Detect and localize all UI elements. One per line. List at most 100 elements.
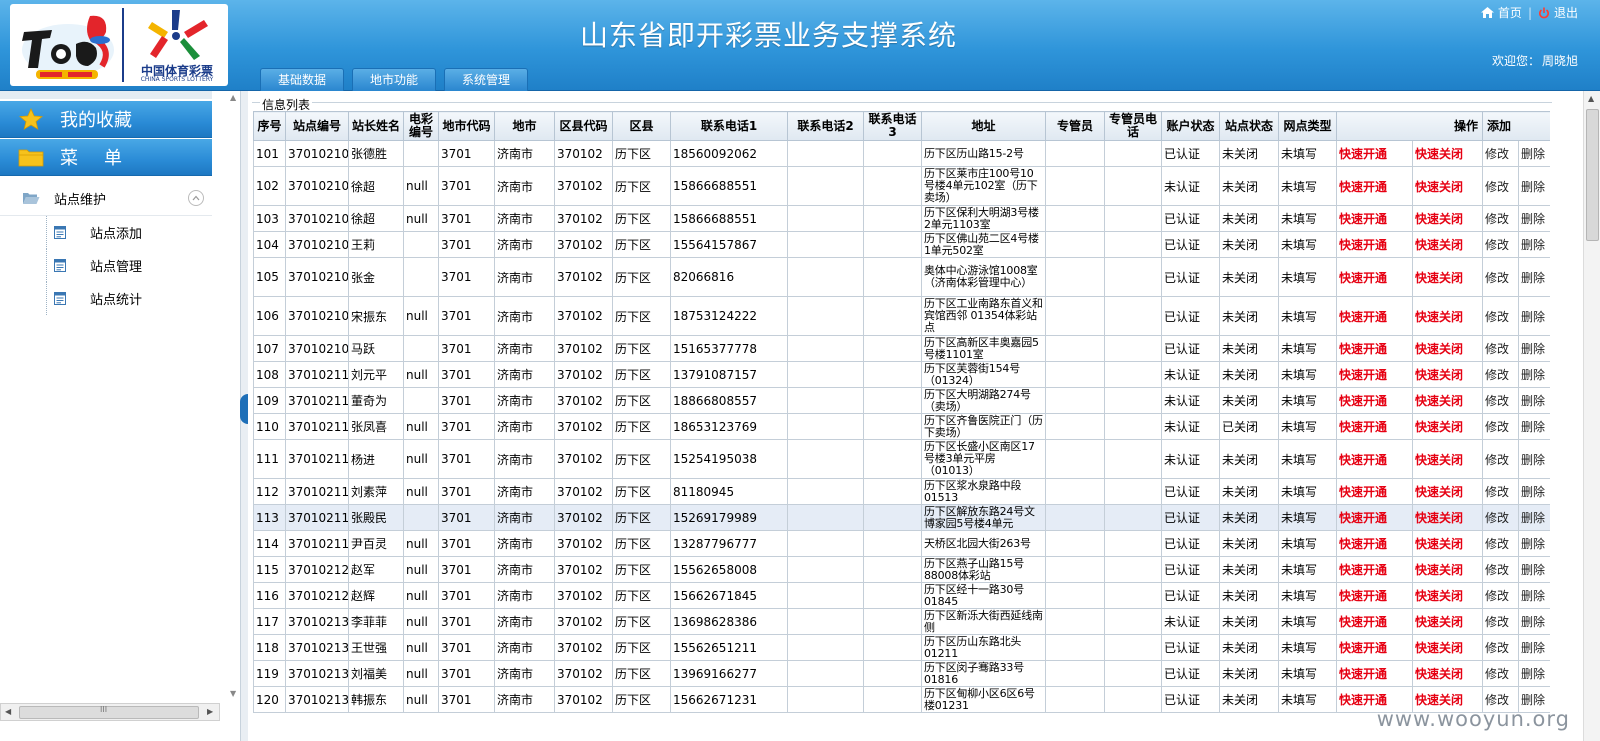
scroll-down-arrow-icon[interactable]: ▼ — [230, 689, 236, 698]
edit-link[interactable]: 修改 — [1485, 589, 1509, 603]
sidebar-item-site-add[interactable]: 站点添加 — [0, 216, 240, 249]
table-row[interactable]: 117370102130李菲菲null3701济南市370102历下区13698… — [253, 608, 1550, 635]
edit-link[interactable]: 修改 — [1485, 394, 1509, 408]
quick-close-link[interactable]: 快速关闭 — [1415, 485, 1463, 499]
quick-open-link[interactable]: 快速开通 — [1339, 420, 1387, 434]
quick-open-link[interactable]: 快速开通 — [1339, 342, 1387, 356]
edit-link[interactable]: 修改 — [1485, 180, 1509, 194]
scroll-right-arrow-icon[interactable]: ▶ — [207, 707, 213, 716]
edit-link[interactable]: 修改 — [1485, 238, 1509, 252]
delete-link[interactable]: 删除 — [1521, 271, 1545, 285]
tab-system-management[interactable]: 系统管理 — [444, 68, 528, 91]
table-row[interactable]: 111370102113杨进null3701济南市370102历下区152541… — [253, 439, 1550, 479]
quick-open-link[interactable]: 快速开通 — [1339, 485, 1387, 499]
scrollbar-thumb[interactable] — [1586, 109, 1599, 241]
quick-open-link[interactable]: 快速开通 — [1339, 563, 1387, 577]
quick-close-link[interactable]: 快速关闭 — [1415, 641, 1463, 655]
table-row[interactable]: 110370102112张凤喜null3701济南市370102历下区18653… — [253, 413, 1550, 440]
delete-link[interactable]: 删除 — [1521, 420, 1545, 434]
edit-link[interactable]: 修改 — [1485, 693, 1509, 707]
table-row[interactable]: 113370102115张殿民 3701济南市370102历下区152691799… — [253, 504, 1550, 531]
table-row[interactable]: 115370102128赵军null3701济南市370102历下区155626… — [253, 556, 1550, 583]
quick-open-link[interactable]: 快速开通 — [1339, 147, 1387, 161]
quick-close-link[interactable]: 快速关闭 — [1415, 453, 1463, 467]
quick-close-link[interactable]: 快速关闭 — [1415, 537, 1463, 551]
sidebar-item-site-stats[interactable]: 站点统计 — [0, 282, 240, 315]
quick-close-link[interactable]: 快速关闭 — [1415, 212, 1463, 226]
edit-link[interactable]: 修改 — [1485, 368, 1509, 382]
home-link[interactable]: 首页 — [1480, 4, 1522, 21]
favorites-header[interactable]: 我的收藏 — [0, 101, 212, 138]
delete-link[interactable]: 删除 — [1521, 485, 1545, 499]
quick-close-link[interactable]: 快速关闭 — [1415, 693, 1463, 707]
delete-link[interactable]: 删除 — [1521, 537, 1545, 551]
quick-close-link[interactable]: 快速关闭 — [1415, 310, 1463, 324]
scroll-left-arrow-icon[interactable]: ◀ — [5, 707, 11, 716]
table-row[interactable]: 116370102129赵辉null3701济南市370102历下区156626… — [253, 582, 1550, 609]
delete-link[interactable]: 删除 — [1521, 342, 1545, 356]
delete-link[interactable]: 删除 — [1521, 238, 1545, 252]
quick-open-link[interactable]: 快速开通 — [1339, 453, 1387, 467]
chevron-up-icon[interactable] — [188, 190, 204, 206]
site-maintenance-section[interactable]: 站点维护 — [0, 181, 212, 216]
scroll-up-arrow-icon[interactable]: ▲ — [1588, 94, 1594, 103]
edit-link[interactable]: 修改 — [1485, 271, 1509, 285]
table-row[interactable]: 120370102133韩振东null3701济南市370102历下区15662… — [253, 686, 1550, 713]
quick-close-link[interactable]: 快速关闭 — [1415, 368, 1463, 382]
table-row[interactable]: 104370102106王莉 3701济南市370102历下区1556415786… — [253, 231, 1550, 258]
delete-link[interactable]: 删除 — [1521, 147, 1545, 161]
delete-link[interactable]: 删除 — [1521, 563, 1545, 577]
quick-close-link[interactable]: 快速关闭 — [1415, 589, 1463, 603]
table-row[interactable]: 119370102132刘福美null3701济南市370102历下区13969… — [253, 660, 1550, 687]
menu-header[interactable]: 菜单 — [0, 139, 212, 176]
sidebar-item-site-manage[interactable]: 站点管理 — [0, 249, 240, 282]
delete-link[interactable]: 删除 — [1521, 511, 1545, 525]
quick-open-link[interactable]: 快速开通 — [1339, 271, 1387, 285]
quick-open-link[interactable]: 快速开通 — [1339, 310, 1387, 324]
quick-close-link[interactable]: 快速关闭 — [1415, 342, 1463, 356]
table-row[interactable]: 109370102111董奇为 3701济南市370102历下区188668085… — [253, 387, 1550, 414]
main-vertical-scrollbar[interactable]: ▲ — [1583, 91, 1600, 741]
delete-link[interactable]: 删除 — [1521, 453, 1545, 467]
table-row[interactable]: 107370102109马跃 3701济南市370102历下区1516537777… — [253, 335, 1550, 362]
table-row[interactable]: 102370102104徐超null3701济南市370102历下区158666… — [253, 166, 1550, 206]
quick-close-link[interactable]: 快速关闭 — [1415, 511, 1463, 525]
scroll-up-arrow-icon[interactable]: ▲ — [230, 93, 236, 102]
edit-link[interactable]: 修改 — [1485, 453, 1509, 467]
tab-basic-data[interactable]: 基础数据 — [260, 68, 344, 91]
table-row[interactable]: 112370102114刘素萍null3701济南市370102历下区81180… — [253, 478, 1550, 505]
quick-open-link[interactable]: 快速开通 — [1339, 368, 1387, 382]
edit-link[interactable]: 修改 — [1485, 563, 1509, 577]
scrollbar-thumb[interactable]: III — [19, 705, 199, 719]
quick-close-link[interactable]: 快速关闭 — [1415, 394, 1463, 408]
quick-close-link[interactable]: 快速关闭 — [1415, 563, 1463, 577]
delete-link[interactable]: 删除 — [1521, 212, 1545, 226]
sidebar-collapse-handle[interactable] — [240, 394, 248, 424]
quick-open-link[interactable]: 快速开通 — [1339, 212, 1387, 226]
edit-link[interactable]: 修改 — [1485, 537, 1509, 551]
quick-open-link[interactable]: 快速开通 — [1339, 589, 1387, 603]
quick-open-link[interactable]: 快速开通 — [1339, 641, 1387, 655]
quick-close-link[interactable]: 快速关闭 — [1415, 238, 1463, 252]
quick-close-link[interactable]: 快速关闭 — [1415, 420, 1463, 434]
tab-city-functions[interactable]: 地市功能 — [352, 68, 436, 91]
table-row[interactable]: 114370102116尹百灵null3701济南市370102历下区13287… — [253, 530, 1550, 557]
edit-link[interactable]: 修改 — [1485, 342, 1509, 356]
edit-link[interactable]: 修改 — [1485, 615, 1509, 629]
edit-link[interactable]: 修改 — [1485, 511, 1509, 525]
table-row[interactable]: 106370102108宋振东null3701济南市370102历下区18753… — [253, 296, 1550, 336]
quick-close-link[interactable]: 快速关闭 — [1415, 147, 1463, 161]
quick-open-link[interactable]: 快速开通 — [1339, 537, 1387, 551]
quick-close-link[interactable]: 快速关闭 — [1415, 667, 1463, 681]
table-row[interactable]: 108370102110刘元平null3701济南市370102历下区13791… — [253, 361, 1550, 388]
delete-link[interactable]: 删除 — [1521, 693, 1545, 707]
delete-link[interactable]: 删除 — [1521, 589, 1545, 603]
quick-open-link[interactable]: 快速开通 — [1339, 615, 1387, 629]
quick-open-link[interactable]: 快速开通 — [1339, 180, 1387, 194]
quick-close-link[interactable]: 快速关闭 — [1415, 615, 1463, 629]
quick-close-link[interactable]: 快速关闭 — [1415, 271, 1463, 285]
edit-link[interactable]: 修改 — [1485, 641, 1509, 655]
logout-link[interactable]: 退出 — [1538, 4, 1578, 21]
sidebar-horizontal-scrollbar[interactable]: ◀ III ▶ — [0, 703, 220, 721]
delete-link[interactable]: 删除 — [1521, 310, 1545, 324]
